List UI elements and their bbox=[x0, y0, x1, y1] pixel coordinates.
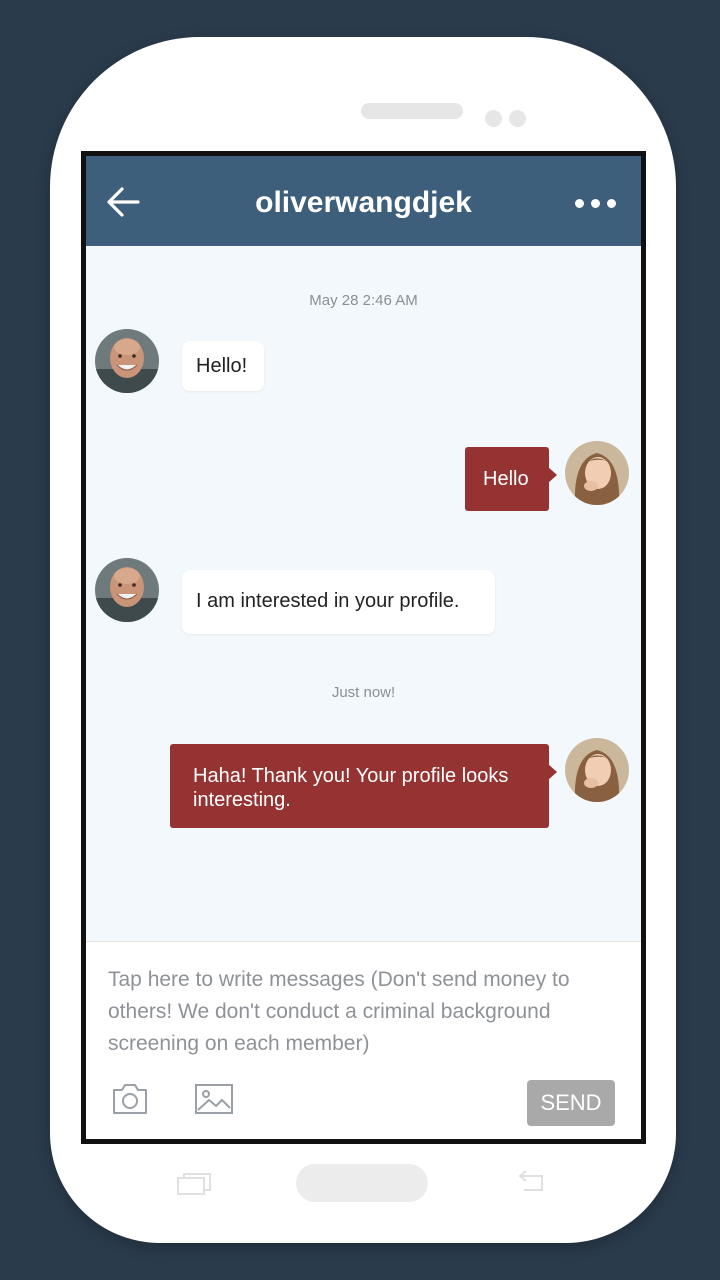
back-arrow-icon[interactable] bbox=[104, 184, 144, 220]
app-stage: oliverwangdjek May 28 2:46 AM Hello! Hel… bbox=[0, 0, 720, 1280]
sender-avatar[interactable] bbox=[95, 329, 159, 393]
outgoing-message-bubble: Hello bbox=[465, 447, 557, 511]
message-timestamp: Just now! bbox=[331, 684, 396, 701]
more-options-icon[interactable] bbox=[571, 192, 619, 212]
sender-avatar[interactable] bbox=[95, 558, 159, 622]
message-text: Hello bbox=[483, 468, 529, 490]
send-button[interactable]: SEND bbox=[527, 1080, 615, 1126]
chat-screen: oliverwangdjek May 28 2:46 AM Hello! Hel… bbox=[81, 151, 646, 1144]
message-composer: SEND bbox=[86, 941, 641, 1139]
camera-icon[interactable] bbox=[110, 1082, 150, 1116]
home-button[interactable] bbox=[296, 1164, 428, 1202]
message-text: I am interested in your profile. bbox=[196, 590, 460, 612]
message-input[interactable] bbox=[108, 964, 608, 1064]
incoming-message-bubble: Hello! bbox=[182, 341, 264, 391]
chat-header: oliverwangdjek bbox=[86, 156, 641, 246]
incoming-message-bubble: I am interested in your profile. bbox=[182, 570, 495, 634]
chat-title: oliverwangdjek bbox=[255, 186, 472, 219]
message-timestamp: May 28 2:46 AM bbox=[309, 292, 418, 309]
user-avatar[interactable] bbox=[565, 441, 629, 505]
phone-sensor bbox=[485, 110, 502, 127]
message-text: Haha! Thank you! Your profile looks inte… bbox=[193, 765, 509, 811]
back-nav-icon[interactable] bbox=[512, 1170, 550, 1196]
outgoing-message-bubble: Haha! Thank you! Your profile looks inte… bbox=[170, 744, 557, 828]
phone-sensor bbox=[509, 110, 526, 127]
message-text: Hello! bbox=[196, 355, 248, 377]
user-avatar[interactable] bbox=[565, 738, 629, 802]
recent-apps-icon[interactable] bbox=[176, 1172, 212, 1196]
image-icon[interactable] bbox=[194, 1082, 234, 1116]
phone-speaker bbox=[361, 103, 463, 119]
